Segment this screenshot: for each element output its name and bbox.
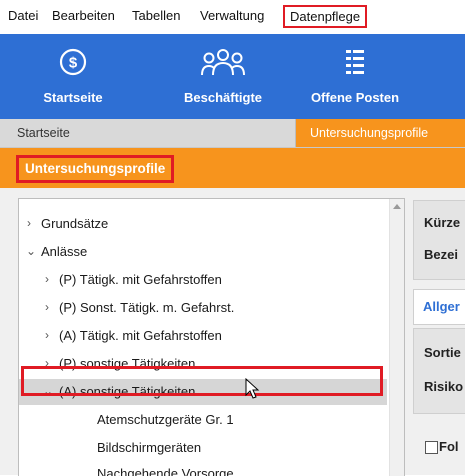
tree-item-label: Grundsätze: [41, 216, 109, 231]
detail-fields-box: Sortie Risiko: [413, 328, 465, 414]
beschaeftigte-label: Beschäftigte: [183, 90, 263, 105]
menu-bar: Datei Bearbeiten Tabellen Verwaltung Dat…: [0, 0, 465, 34]
beschaeftigte-button[interactable]: Beschäftigte: [168, 34, 278, 119]
menu-datei[interactable]: Datei: [8, 8, 38, 23]
scroll-up-icon[interactable]: [393, 204, 401, 209]
svg-text:$: $: [69, 55, 78, 72]
chevron-down-icon[interactable]: ⌄: [26, 245, 38, 257]
tab-untersuchungsprofile[interactable]: Untersuchungsprofile: [296, 119, 465, 147]
list-icon: [345, 48, 365, 79]
bezeichnung-label: Bezei: [424, 247, 458, 262]
menu-datenpflege[interactable]: Datenpflege: [283, 5, 368, 28]
content-area: › Grundsätze ⌄ Anlässe › (P) Tätigk. mit…: [0, 188, 465, 476]
detail-panel: Kürze Bezei Allger Sortie Risiko Fol: [413, 188, 465, 475]
menu-tabellen[interactable]: Tabellen: [132, 8, 180, 23]
startseite-button[interactable]: $ Startseite: [38, 34, 108, 119]
fol-checkbox[interactable]: [425, 441, 438, 454]
tree-scrollbar[interactable]: [389, 199, 404, 476]
fol-checkbox-label: Fol: [439, 439, 459, 454]
toolbar: $ Startseite Beschäftigte Offene Posten: [0, 34, 465, 119]
tree-item-nachgehende[interactable]: Nachgehende Vorsorge: [19, 461, 387, 476]
tab-allgemein-label: Allger: [423, 299, 460, 314]
tree-item-p-taetigk-gefahrstoffe[interactable]: › (P) Tätigk. mit Gefahrstoffen: [19, 267, 387, 293]
startseite-label: Startseite: [43, 90, 103, 105]
tree-item-label: Atemschutzgeräte Gr. 1: [97, 412, 234, 427]
tree-item-label: (P) Sonst. Tätigk. m. Gefahrst.: [59, 300, 235, 315]
offene-posten-button[interactable]: Offene Posten: [300, 34, 410, 119]
tab-startseite-label: Startseite: [17, 126, 70, 140]
tree-item-p-sonst-taetigk[interactable]: › (P) Sonst. Tätigk. m. Gefahrst.: [19, 295, 387, 321]
tab-allgemein[interactable]: Allger: [413, 289, 465, 325]
tab-startseite[interactable]: Startseite: [0, 119, 296, 147]
kuerzel-label: Kürze: [424, 215, 461, 230]
menu-verwaltung[interactable]: Verwaltung: [200, 8, 264, 23]
page-title: Untersuchungsprofile: [25, 161, 166, 176]
chevron-right-icon[interactable]: ›: [45, 273, 57, 285]
page-title-box: Untersuchungsprofile: [16, 155, 175, 183]
tab-untersuchungsprofile-label: Untersuchungsprofile: [310, 126, 429, 140]
sortierung-label: Sortie: [424, 345, 461, 360]
title-strip: Untersuchungsprofile: [0, 148, 465, 188]
tree-item-label: Anlässe: [41, 244, 88, 259]
chevron-right-icon[interactable]: ›: [27, 217, 39, 229]
tree-item-a-taetigk-gefahrstoffe[interactable]: › (A) Tätigk. mit Gefahrstoffen: [19, 323, 387, 349]
tree-item-grundsaetze[interactable]: › Grundsätze: [19, 211, 387, 237]
tree-item-atemschutz[interactable]: Atemschutzgeräte Gr. 1: [19, 407, 387, 433]
chevron-right-icon[interactable]: ›: [45, 329, 57, 341]
menu-bearbeiten[interactable]: Bearbeiten: [52, 8, 115, 23]
tree-item-label: (P) Tätigk. mit Gefahrstoffen: [59, 272, 222, 287]
tree-item-bildschirm[interactable]: Bildschirmgeräten: [19, 435, 387, 461]
offene-posten-label: Offene Posten: [310, 90, 400, 105]
mouse-cursor-icon: [245, 378, 260, 399]
tree-item-label: (A) Tätigk. mit Gefahrstoffen: [59, 328, 222, 343]
detail-header-box: Kürze Bezei: [413, 200, 465, 280]
people-group-icon: [201, 48, 245, 79]
chevron-right-icon[interactable]: ›: [45, 301, 57, 313]
tree-item-anlaesse[interactable]: ⌄ Anlässe: [19, 239, 387, 265]
risiko-label: Risiko: [424, 379, 464, 394]
tab-bar: Startseite Untersuchungsprofile: [0, 119, 465, 148]
selected-row-highlight: [21, 366, 383, 396]
tree-item-label: Bildschirmgeräten: [97, 440, 202, 455]
profile-tree: › Grundsätze ⌄ Anlässe › (P) Tätigk. mit…: [18, 198, 405, 476]
home-dollar-icon: $: [59, 48, 87, 79]
